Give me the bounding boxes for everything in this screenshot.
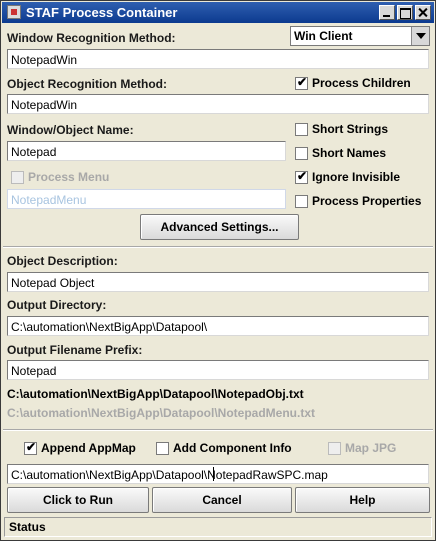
add-component-info-label: Add Component Info (173, 441, 292, 455)
checkbox-disabled-icon[interactable] (328, 442, 341, 455)
staf-process-container-window: STAF Process Container Window Recognitio… (0, 0, 436, 541)
output-menu-file: C:\automation\NextBigApp\Datapool\Notepa… (7, 406, 315, 420)
short-names-label: Short Names (312, 146, 387, 160)
window-recognition-label: Window Recognition Method: (7, 31, 176, 45)
short-strings-label: Short Strings (312, 122, 389, 136)
cancel-button[interactable]: Cancel (152, 487, 292, 513)
appmap-path-input[interactable]: C:\automation\NextBigApp\Datapool\Notepa… (7, 464, 429, 484)
process-menu-input[interactable]: NotepadMenu (7, 189, 286, 209)
chevron-down-icon[interactable] (411, 27, 429, 45)
appmap-path-text: C:\automation\NextBigApp\Datapool\Notepa… (11, 468, 328, 482)
checkbox-icon[interactable] (295, 147, 308, 160)
maximize-icon[interactable] (397, 5, 413, 20)
checkbox-icon[interactable] (295, 195, 308, 208)
java-app-icon (7, 5, 21, 19)
section-divider (3, 246, 433, 248)
output-prefix-input[interactable]: Notepad (7, 360, 429, 380)
output-directory-input[interactable]: C:\automation\NextBigApp\Datapool\ (7, 316, 429, 336)
title-bar[interactable]: STAF Process Container (2, 2, 434, 23)
append-appmap-label: Append AppMap (41, 441, 136, 455)
status-text: Status (9, 520, 46, 534)
close-icon[interactable] (415, 5, 431, 20)
text-cursor (213, 467, 214, 481)
output-obj-file: C:\automation\NextBigApp\Datapool\Notepa… (7, 387, 304, 401)
object-recognition-input[interactable]: NotepadWin (7, 94, 429, 114)
window-object-name-input[interactable]: Notepad (7, 141, 286, 161)
checkbox-checked-icon[interactable] (24, 440, 37, 455)
window-recognition-input[interactable]: NotepadWin (7, 49, 429, 69)
checkbox-checked-icon[interactable] (295, 169, 308, 184)
object-description-label: Object Description: (7, 254, 118, 268)
minimize-icon[interactable] (379, 5, 395, 20)
window-title: STAF Process Container (26, 5, 178, 20)
ignore-invisible-label: Ignore Invisible (312, 170, 401, 184)
object-recognition-label: Object Recognition Method: (7, 77, 167, 91)
window-object-name-label: Window/Object Name: (7, 123, 134, 137)
advanced-settings-button[interactable]: Advanced Settings... (140, 214, 299, 240)
process-menu-label: Process Menu (28, 170, 110, 184)
checkbox-icon[interactable] (295, 123, 308, 136)
click-to-run-button[interactable]: Click to Run (7, 487, 149, 513)
checkbox-checked-icon[interactable] (295, 75, 308, 90)
checkbox-icon[interactable] (156, 442, 169, 455)
client-type-select[interactable]: Win Client (290, 26, 430, 46)
output-prefix-label: Output Filename Prefix: (7, 343, 143, 357)
checkbox-disabled-icon[interactable] (11, 171, 24, 184)
map-jpg-label: Map JPG (345, 441, 397, 455)
process-children-label: Process Children (312, 76, 411, 90)
output-directory-label: Output Directory: (7, 298, 107, 312)
status-bar: Status (4, 517, 432, 537)
section-divider (3, 429, 433, 431)
help-button[interactable]: Help (295, 487, 430, 513)
process-properties-label: Process Properties (312, 194, 422, 208)
client-type-value: Win Client (294, 29, 353, 43)
object-description-input[interactable]: Notepad Object (7, 272, 429, 292)
